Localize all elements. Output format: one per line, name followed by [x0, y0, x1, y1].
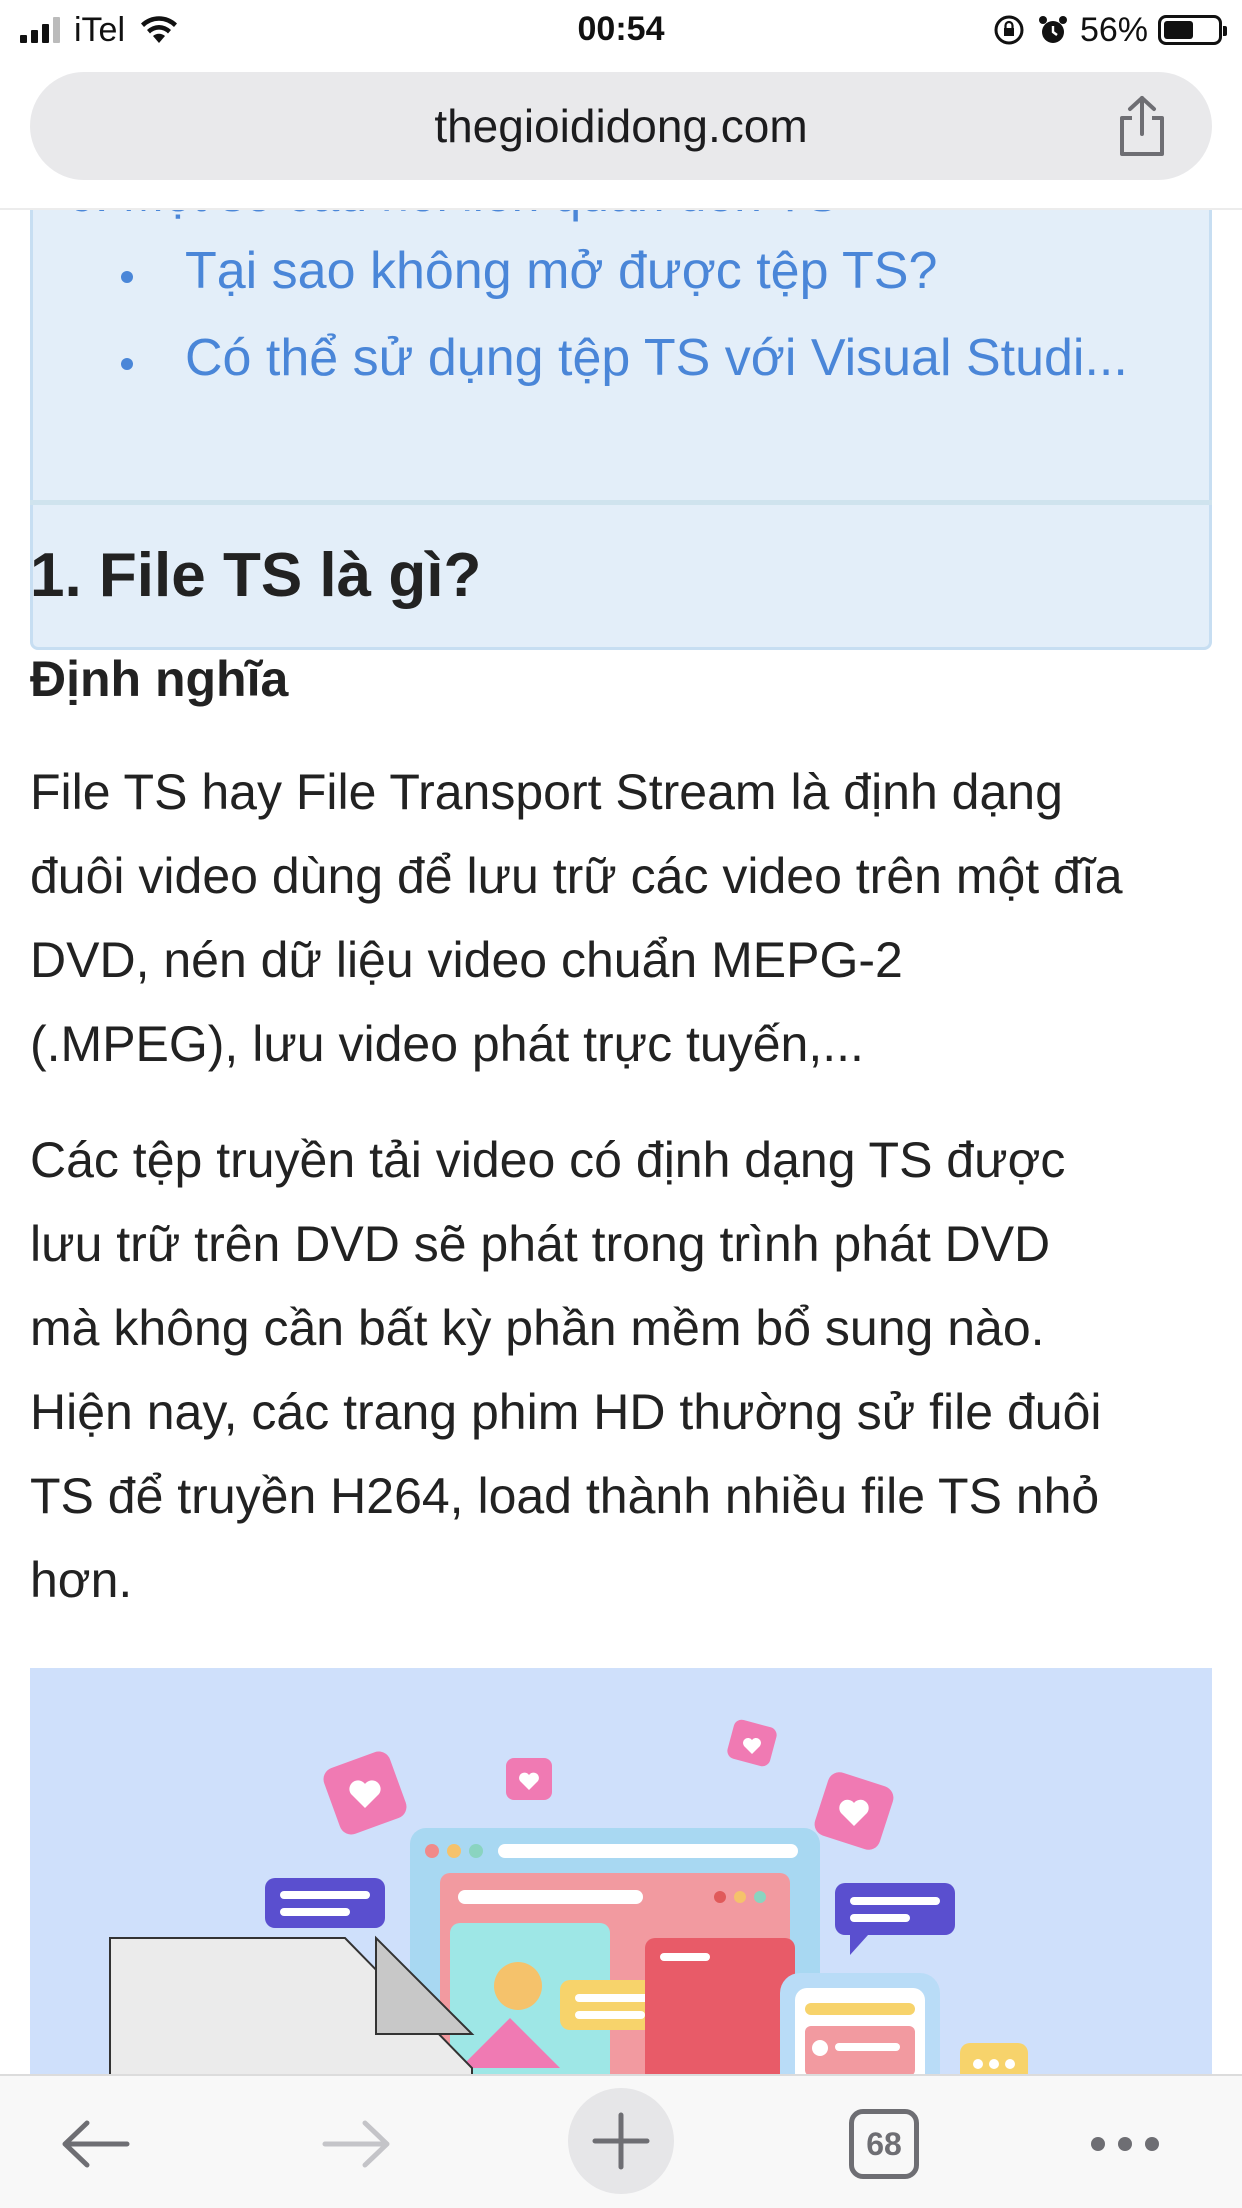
- paragraph-line: TS để truyền H264, load thành nhiều file…: [30, 1468, 1100, 1524]
- toc-item-cut-off[interactable]: 6. Một số câu hỏi liên quan đến TS: [67, 210, 839, 223]
- toc-link-label[interactable]: Có thể sử dụng tệp TS với Visual Studi..…: [185, 328, 1128, 388]
- more-icon: [1091, 2137, 1159, 2151]
- paragraph-line: hơn.: [30, 1552, 133, 1608]
- tabs-icon: 68: [849, 2109, 919, 2179]
- bullet: [121, 358, 133, 370]
- paragraph-line: DVD, nén dữ liệu video chuẩn MEPG-2: [30, 932, 903, 988]
- heart-bubble-icon: [727, 1719, 777, 1767]
- battery-icon: [1158, 15, 1227, 45]
- chat-bubble-icon: [835, 1883, 955, 1955]
- paragraph-line: Hiện nay, các trang phim HD thường sử fi…: [30, 1384, 1102, 1440]
- article-illustration[interactable]: [30, 1668, 1212, 2076]
- article-content: 6. Một số câu hỏi liên quan đến TS Tại s…: [0, 210, 1242, 2076]
- toc-link-label[interactable]: Tại sao không mở được tệp TS?: [185, 241, 937, 301]
- toc-link-visual-studio[interactable]: Có thể sử dụng tệp TS với Visual Studi..…: [33, 328, 1213, 398]
- paragraph-line: lưu trữ trên DVD sẽ phát trong trình phá…: [30, 1216, 1051, 1272]
- more-button[interactable]: [1070, 2094, 1180, 2194]
- status-right: 56%: [992, 10, 1227, 50]
- browser-toolbar: 68: [0, 2074, 1242, 2208]
- paragraph-dvd: Các tệp truyền tải video có định dạng TS…: [30, 1118, 1220, 1622]
- status-bar: iTel 00:54 56%: [0, 0, 1242, 60]
- new-tab-button[interactable]: [568, 2088, 674, 2194]
- paragraph-definition: File TS hay File Transport Stream là địn…: [30, 750, 1220, 1086]
- paragraph-line: Các tệp truyền tải video có định dạng TS…: [30, 1132, 1066, 1188]
- section-divider: [30, 500, 1212, 505]
- typing-bubble-icon: [960, 2043, 1028, 2076]
- share-icon[interactable]: [1112, 94, 1172, 158]
- paragraph-line: File TS hay File Transport Stream là địn…: [30, 764, 1063, 820]
- phone-illustration: [780, 1973, 940, 2076]
- paragraph-line: (.MPEG), lưu video phát trực tuyến,...: [30, 1016, 864, 1072]
- orientation-lock-icon: [994, 15, 1024, 45]
- back-button[interactable]: [40, 2094, 150, 2194]
- forward-button[interactable]: [302, 2094, 412, 2194]
- section-heading: 1. File TS là gì?: [30, 541, 482, 610]
- paragraph-line: mà không cần bất kỳ phần mềm bổ sung nào…: [30, 1300, 1045, 1356]
- battery-fill: [1164, 21, 1194, 39]
- heart-bubble-icon: [323, 1751, 407, 1835]
- alarm-icon: [1038, 16, 1067, 43]
- back-arrow-icon: [62, 2120, 130, 2168]
- video-panel-illustration: [645, 1938, 795, 2076]
- heart-bubble-icon: [814, 1772, 894, 1850]
- forward-arrow-icon: [322, 2120, 390, 2168]
- url-text[interactable]: thegioididong.com: [30, 72, 1212, 180]
- heart-bubble-icon: [506, 1758, 552, 1800]
- battery-percent: 56%: [1079, 10, 1148, 49]
- toc-link-why-cant-open[interactable]: Tại sao không mở được tệp TS?: [33, 241, 1213, 311]
- bullet: [121, 271, 133, 283]
- subsection-heading: Định nghĩa: [30, 651, 289, 707]
- paragraph-line: đuôi video dùng để lưu trữ các video trê…: [30, 848, 1123, 904]
- plus-icon: [592, 2112, 650, 2170]
- tabs-button[interactable]: 68: [829, 2094, 939, 2194]
- address-bar[interactable]: thegioididong.com: [30, 72, 1212, 180]
- chat-bubble-icon: [265, 1878, 385, 1928]
- illustration-graphic: [109, 1719, 1028, 2076]
